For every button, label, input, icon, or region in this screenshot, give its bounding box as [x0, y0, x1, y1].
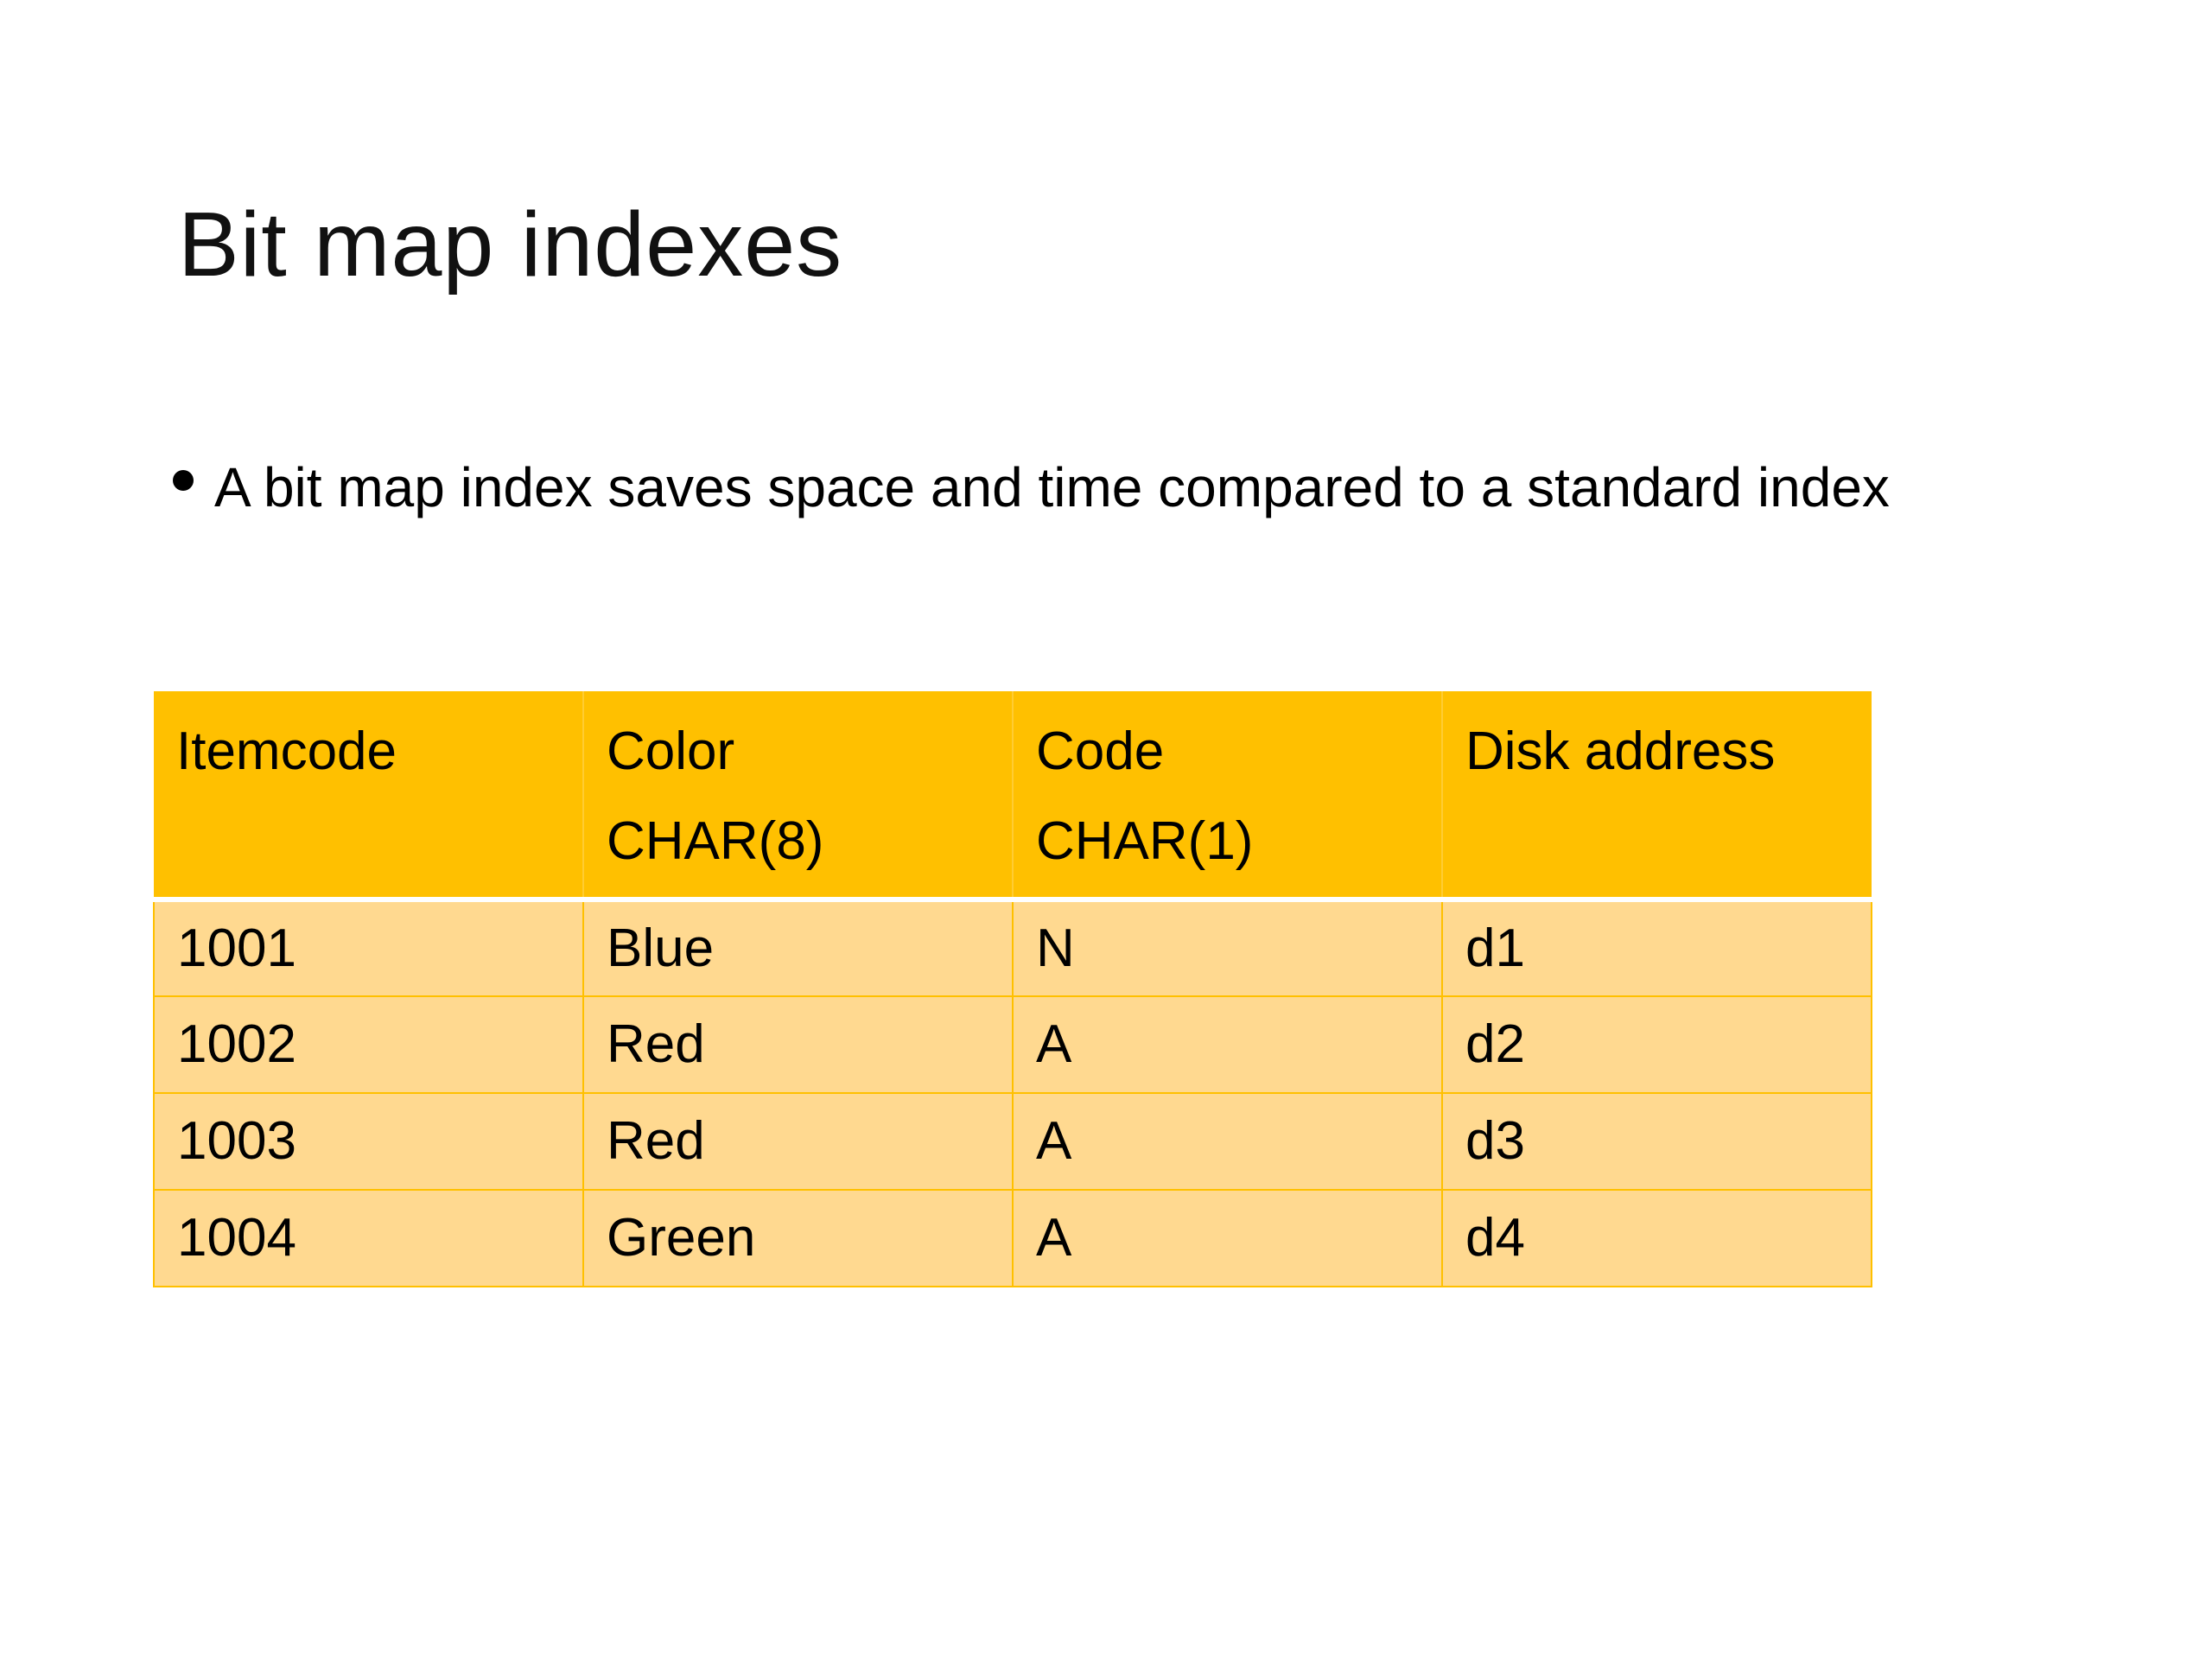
column-header-code: Code CHAR(1) — [1013, 691, 1443, 902]
cell-color: Red — [583, 996, 1014, 1094]
column-header-label: Code — [1036, 721, 1165, 781]
cell-disk-address: d4 — [1442, 1190, 1872, 1287]
cell-code: A — [1013, 1093, 1443, 1191]
cell-color: Blue — [583, 899, 1014, 997]
cell-disk-address: d2 — [1442, 996, 1872, 1094]
cell-color: Green — [583, 1190, 1014, 1287]
table-row: 1001 Blue N d1 — [153, 899, 1872, 997]
column-header-sublabel: CHAR(8) — [607, 811, 824, 871]
bitmap-table: Itemcode Color CHAR(8) Code CHAR(1) Disk… — [153, 691, 1872, 1287]
cell-code: A — [1013, 996, 1443, 1094]
column-header-label: Color — [607, 721, 735, 781]
slide-title: Bit map indexes — [178, 194, 843, 296]
cell-code: N — [1013, 899, 1443, 997]
cell-code: A — [1013, 1190, 1443, 1287]
cell-disk-address: d3 — [1442, 1093, 1872, 1191]
table-row: 1004 Green A d4 — [153, 1190, 1872, 1287]
bullet-text: A bit map index saves space and time com… — [214, 456, 1890, 518]
column-header-itemcode: Itemcode — [154, 691, 584, 902]
cell-color: Red — [583, 1093, 1014, 1191]
column-header-label: Disk address — [1465, 721, 1776, 781]
table-header-row: Itemcode Color CHAR(8) Code CHAR(1) Disk… — [154, 691, 1872, 902]
cell-itemcode: 1001 — [153, 899, 584, 997]
cell-itemcode: 1004 — [153, 1190, 584, 1287]
table-row: 1002 Red A d2 — [153, 996, 1872, 1094]
bullet-list: A bit map index saves space and time com… — [173, 456, 1890, 520]
bullet-item: A bit map index saves space and time com… — [173, 456, 1890, 520]
column-header-label: Itemcode — [176, 721, 397, 781]
column-header-color: Color CHAR(8) — [583, 691, 1014, 902]
column-header-disk-address: Disk address — [1442, 691, 1872, 902]
table-row: 1003 Red A d3 — [153, 1093, 1872, 1191]
cell-itemcode: 1003 — [153, 1093, 584, 1191]
column-header-sublabel: CHAR(1) — [1036, 811, 1254, 871]
cell-itemcode: 1002 — [153, 996, 584, 1094]
bullet-dot-icon — [173, 470, 194, 491]
cell-disk-address: d1 — [1442, 899, 1872, 997]
